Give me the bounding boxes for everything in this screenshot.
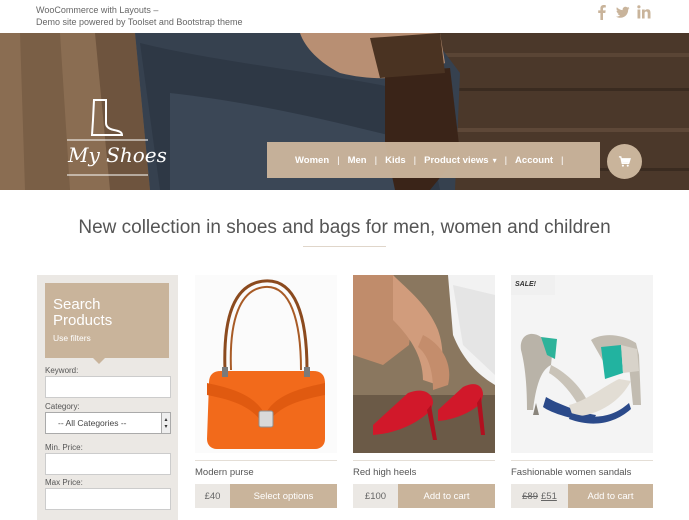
main-nav: Women | Men | Kids | Product views ▾ | A…	[267, 142, 600, 178]
nav-item-women[interactable]: Women	[295, 155, 329, 166]
max-price-label: Max Price:	[45, 478, 83, 487]
search-subtitle: Use filters	[53, 333, 91, 343]
product-divider	[511, 460, 653, 461]
min-price-label: Min. Price:	[45, 443, 83, 452]
add-to-cart-button[interactable]: Add to cart	[398, 484, 495, 508]
nav-item-label: Product views	[424, 154, 489, 166]
category-select-value: -- All Categories --	[58, 418, 127, 428]
nav-separator: |	[337, 154, 340, 166]
price-value: £51	[541, 490, 557, 502]
cart-button[interactable]	[607, 144, 642, 179]
twitter-icon[interactable]	[615, 3, 630, 21]
product-divider	[353, 460, 495, 461]
search-title-line-1: Search	[53, 296, 101, 313]
sale-badge: SALE!	[511, 275, 555, 295]
product-divider	[195, 460, 337, 461]
product-price: £40	[195, 484, 230, 508]
page-title: New collection in shoes and bags for men…	[78, 217, 611, 238]
tagline-line-1: WooCommerce with Layouts –	[36, 5, 159, 15]
linkedin-icon[interactable]	[636, 3, 651, 21]
nav-item-men[interactable]: Men	[348, 155, 367, 166]
top-bar: WooCommerce with Layouts – Demo site pow…	[0, 0, 689, 33]
select-arrows-icon: ▴ ▾	[161, 413, 170, 433]
product-name[interactable]: Fashionable women sandals	[511, 467, 631, 478]
search-sidebar: Search Products Use filters Keyword: Cat…	[37, 275, 178, 520]
category-select[interactable]: -- All Categories -- ▴ ▾	[45, 412, 171, 434]
nav-separator: |	[374, 154, 378, 166]
category-label: Category:	[45, 402, 80, 411]
product-image[interactable]: SALE!	[511, 275, 653, 453]
add-to-cart-button[interactable]: Add to cart	[568, 484, 653, 508]
nav-separator: |	[561, 154, 564, 166]
select-options-button[interactable]: Select options	[230, 484, 337, 508]
old-price: £89	[522, 490, 538, 502]
nav-item-account[interactable]: Account	[515, 155, 553, 166]
product-name[interactable]: Modern purse	[195, 467, 254, 478]
social-links	[594, 3, 651, 21]
price-value: £100	[364, 490, 387, 502]
product-price: £100	[353, 484, 398, 508]
keyword-input[interactable]	[45, 376, 171, 398]
facebook-icon[interactable]	[594, 3, 609, 21]
cart-icon	[618, 156, 631, 167]
nav-item-product-views[interactable]: Product views ▾	[424, 155, 496, 166]
nav-separator: |	[504, 154, 508, 166]
min-price-input[interactable]	[45, 453, 171, 475]
nav-separator: |	[413, 154, 417, 166]
search-title-line-2: Products	[53, 312, 113, 329]
title-divider	[303, 246, 386, 247]
max-price-input[interactable]	[45, 488, 171, 510]
price-value: £40	[204, 490, 221, 502]
tagline-line-2: Demo site powered by Toolset and Bootstr…	[36, 17, 243, 27]
product-name[interactable]: Red high heels	[353, 467, 416, 478]
chevron-down-icon: ▾	[492, 155, 497, 165]
product-price: £89 £51	[511, 484, 568, 508]
nav-item-kids[interactable]: Kids	[385, 155, 406, 166]
logo-text: My Shoes	[68, 143, 167, 167]
site-tagline: WooCommerce with Layouts – Demo site pow…	[36, 4, 242, 28]
search-header-arrow	[92, 357, 106, 364]
product-image[interactable]	[353, 275, 495, 453]
hero-banner: My Shoes Women | Men | Kids | Product vi…	[0, 33, 689, 190]
site-logo[interactable]: My Shoes	[62, 95, 167, 185]
product-image[interactable]	[195, 275, 337, 453]
keyword-label: Keyword:	[45, 366, 79, 375]
search-header: Search Products Use filters	[45, 283, 169, 358]
